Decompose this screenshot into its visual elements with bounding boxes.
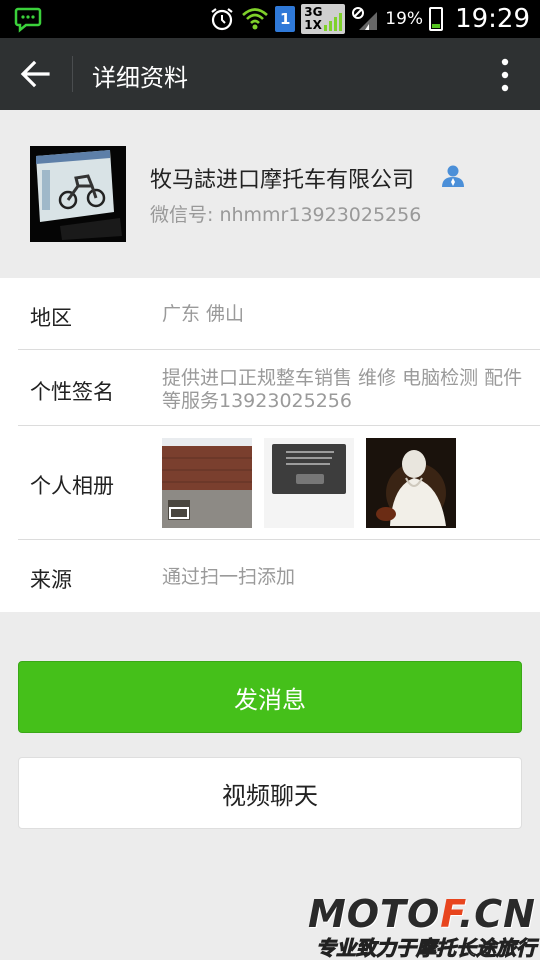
status-bar: 1 3G 1X 19% 19:29 bbox=[0, 0, 540, 38]
battery-icon bbox=[429, 7, 444, 31]
source-label: 来源 bbox=[30, 568, 72, 592]
region-row: 地区 广东 佛山 bbox=[18, 278, 540, 350]
more-options-icon[interactable] bbox=[500, 58, 510, 92]
page-title: 详细资料 bbox=[92, 64, 188, 92]
region-label: 地区 bbox=[30, 306, 72, 330]
wechat-id: 微信号: nhmmr13923025256 bbox=[150, 204, 422, 226]
watermark-logo: MOTOF.CN bbox=[307, 892, 536, 936]
alarm-icon bbox=[211, 8, 233, 31]
info-list: 地区 广东 佛山 个性签名 提供进口正规整车销售 维修 电脑检测 配件等服务13… bbox=[0, 278, 540, 612]
sim-slot-indicator: 1 bbox=[275, 6, 296, 32]
back-arrow-icon[interactable] bbox=[18, 58, 52, 90]
battery-percent: 19% bbox=[385, 9, 424, 29]
signal-bars-icon bbox=[324, 13, 343, 31]
profile-name: 牧马誌进口摩托车有限公司 bbox=[150, 168, 415, 193]
wifi-icon bbox=[242, 8, 269, 30]
album-thumbnails bbox=[162, 438, 456, 528]
video-chat-button[interactable]: 视频聊天 bbox=[18, 757, 522, 829]
network-type-indicator: 3G 1X bbox=[301, 4, 346, 34]
avatar[interactable] bbox=[30, 146, 126, 242]
chat-notification-icon bbox=[14, 7, 42, 33]
watermark: MOTOF.CN 专业致力于摩托长途旅行 bbox=[298, 892, 538, 960]
profile-header: 牧马誌进口摩托车有限公司 微信号: nhmmr13923025256 bbox=[0, 110, 540, 278]
album-photo-1[interactable] bbox=[162, 438, 252, 528]
source-row: 来源 通过扫一扫添加 bbox=[18, 540, 540, 612]
album-row[interactable]: 个人相册 bbox=[18, 426, 540, 540]
action-bar: 详细资料 bbox=[0, 38, 540, 110]
signature-row: 个性签名 提供进口正规整车销售 维修 电脑检测 配件等服务13923025256 bbox=[18, 350, 540, 426]
action-bar-divider bbox=[72, 56, 73, 92]
region-value: 广东 佛山 bbox=[162, 303, 245, 325]
clock: 19:29 bbox=[455, 4, 530, 34]
album-label: 个人相册 bbox=[30, 474, 114, 498]
watermark-slogan: 专业致力于摩托长途旅行 bbox=[316, 936, 537, 960]
no-signal-icon bbox=[352, 7, 378, 30]
send-message-button[interactable]: 发消息 bbox=[18, 661, 522, 733]
signature-label: 个性签名 bbox=[30, 380, 114, 404]
album-photo-3[interactable] bbox=[366, 438, 456, 528]
signature-value: 提供进口正规整车销售 维修 电脑检测 配件等服务13923025256 bbox=[162, 367, 523, 412]
contact-person-icon bbox=[442, 165, 464, 187]
album-photo-2[interactable] bbox=[264, 438, 354, 528]
source-value: 通过扫一扫添加 bbox=[162, 566, 296, 588]
